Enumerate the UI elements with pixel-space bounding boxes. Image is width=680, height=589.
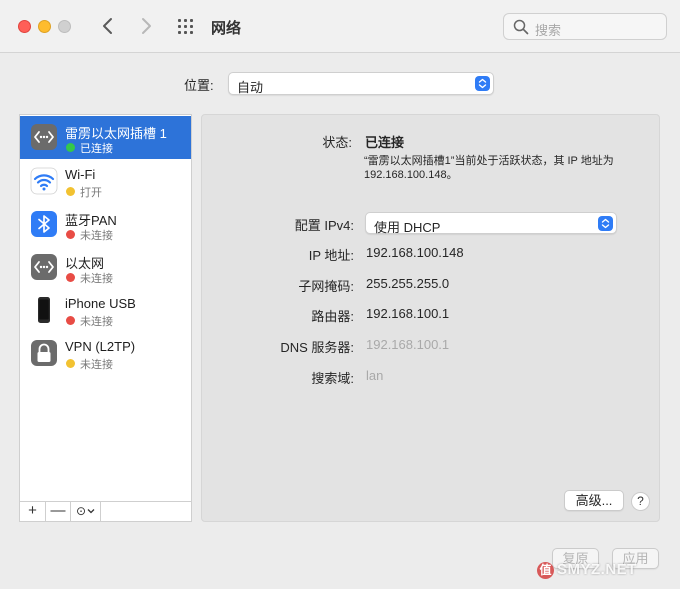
router-value: 192.168.100.1 (366, 306, 450, 321)
service-item-ethernet[interactable]: 以太网 未连接 (20, 246, 191, 289)
close-window-button[interactable] (18, 20, 31, 33)
status-dot-icon (66, 273, 75, 282)
add-service-button[interactable]: + (20, 502, 46, 521)
service-list-toolbar: + — ⊙ (19, 501, 192, 522)
service-status: 未连接 (80, 273, 113, 285)
location-label: 位置: (184, 78, 214, 93)
status-dot-icon (66, 143, 75, 152)
remove-service-button[interactable]: — (46, 502, 71, 521)
service-name: iPhone USB (65, 296, 136, 311)
zoom-window-button[interactable] (58, 20, 71, 33)
ipv4-value: 使用 DHCP (374, 220, 441, 235)
action-gear-icon: ⊙ (75, 504, 87, 518)
minimize-window-button[interactable] (38, 20, 51, 33)
title-bar: 网络 搜索 (0, 0, 680, 53)
configure-ipv4-popup[interactable]: 使用 DHCP (365, 212, 617, 235)
router-label: 路由器: (311, 309, 354, 324)
status-dot-icon (66, 316, 75, 325)
lock-icon (31, 340, 57, 366)
ip-address-value: 192.168.100.148 (366, 245, 464, 260)
search-icon (513, 19, 529, 35)
wifi-icon (30, 167, 58, 195)
status-dot-icon (66, 230, 75, 239)
back-button[interactable] (95, 13, 121, 39)
search-domain-value: lan (366, 368, 384, 383)
service-status: 未连接 (80, 316, 113, 328)
service-status: 未连接 (80, 230, 113, 242)
search-placeholder: 搜索 (535, 23, 562, 38)
popup-stepper-icon (475, 76, 490, 91)
subnet-mask-label: 子网掩码: (298, 279, 354, 294)
advanced-button[interactable]: 高级... (564, 490, 624, 511)
location-value: 自动 (237, 80, 264, 95)
forward-button[interactable] (133, 13, 159, 39)
service-item-thunderbolt-ethernet[interactable]: 雷雳以太网插槽 1 已连接 (20, 116, 191, 159)
status-dot-icon (66, 359, 75, 368)
action-menu-button[interactable]: ⊙ (71, 502, 101, 521)
search-domain-label: 搜索域: (311, 371, 354, 386)
service-item-wifi[interactable]: Wi-Fi 打开 (20, 160, 191, 203)
status-description: “雷雳以太网插槽1”当前处于活跃状态，其 IP 地址为 192.168.100.… (364, 155, 614, 181)
service-item-bluetooth-pan[interactable]: 蓝牙PAN 未连接 (20, 203, 191, 246)
watermark-text: SMYZ.NET (557, 561, 637, 578)
ipv4-label: 配置 IPv4: (294, 218, 354, 233)
bluetooth-icon (31, 211, 57, 237)
window-title: 网络 (211, 20, 242, 37)
iphone-icon (38, 297, 50, 323)
chevron-down-icon (87, 509, 95, 514)
search-input[interactable]: 搜索 (503, 13, 667, 40)
help-button[interactable]: ? (631, 492, 650, 511)
status-value: 已连接 (365, 135, 405, 150)
status-label: 状态: (322, 135, 352, 150)
service-status: 已连接 (80, 143, 113, 155)
status-dot-icon (66, 187, 75, 196)
ethernet-icon (31, 254, 57, 280)
service-status: 打开 (80, 187, 102, 199)
service-name: Wi-Fi (65, 167, 96, 182)
network-preferences-window: 网络 搜索 位置: 自动 雷雳以太网插槽 1 已连接 Wi-Fi 打开 蓝牙PA… (0, 0, 680, 589)
ethernet-icon (31, 124, 57, 150)
dns-server-value: 192.168.100.1 (366, 337, 450, 352)
service-name: VPN (L2TP) (65, 339, 136, 354)
location-popup[interactable]: 自动 (228, 72, 494, 95)
service-item-vpn[interactable]: VPN (L2TP) 未连接 (20, 332, 191, 375)
service-list: 雷雳以太网插槽 1 已连接 Wi-Fi 打开 蓝牙PAN 未连接 以太网 未连接… (19, 114, 192, 501)
chevron-left-icon (103, 18, 112, 34)
service-status: 未连接 (80, 359, 113, 371)
chevron-right-icon (142, 18, 151, 34)
service-item-iphone-usb[interactable]: iPhone USB 未连接 (20, 289, 191, 332)
ip-address-label: IP 地址: (308, 248, 354, 263)
subnet-mask-value: 255.255.255.0 (366, 276, 450, 291)
dns-server-label: DNS 服务器: (280, 340, 354, 355)
show-all-grid-icon[interactable] (178, 19, 194, 35)
popup-stepper-icon (598, 216, 613, 231)
watermark-badge-icon: 值 (537, 562, 554, 579)
